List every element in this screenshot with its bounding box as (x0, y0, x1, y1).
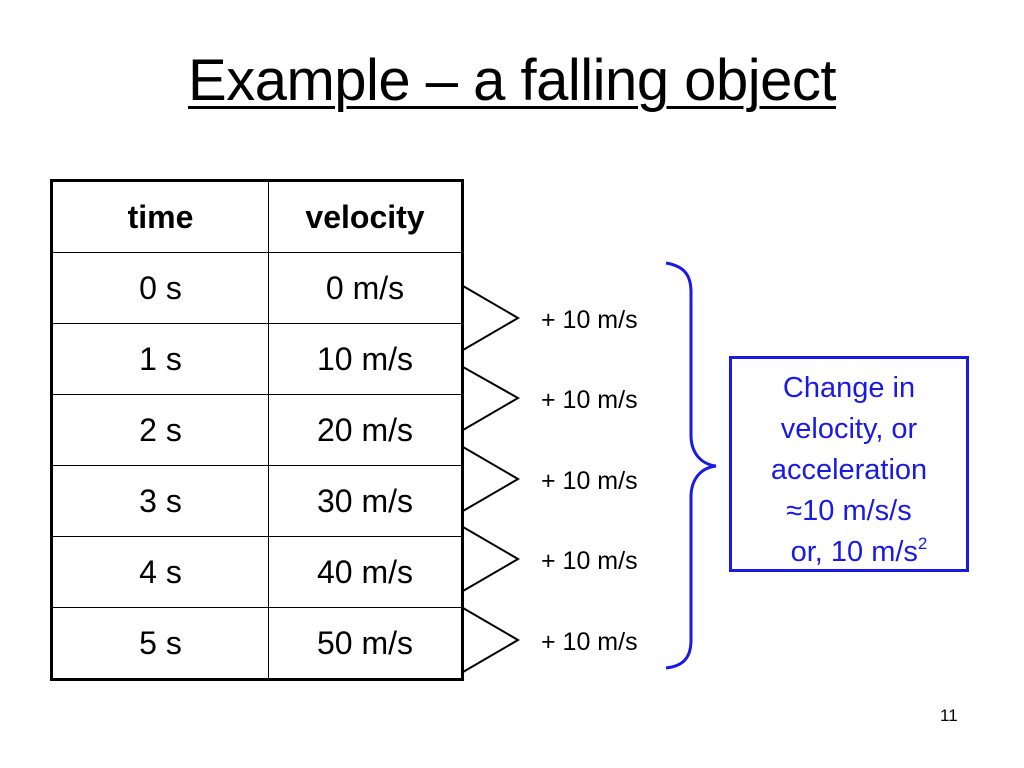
velocity-difference: + 10 m/s (541, 386, 638, 414)
velocity-difference: + 10 m/s (541, 547, 638, 575)
chevron-connector (462, 446, 520, 512)
note-line: velocity, or (780, 413, 918, 445)
chevron-connector (462, 366, 521, 431)
velocity-difference: + 10 m/s (541, 467, 638, 495)
acceleration-note-box: Change in velocity, or acceleration ≈10 … (729, 356, 969, 572)
note-units: or, 10 m/s (790, 536, 918, 568)
curly-brace (665, 261, 717, 670)
chevron-connector (462, 607, 520, 673)
note-line: Change in (782, 372, 916, 404)
velocity-difference: + 10 m/s (541, 306, 638, 334)
page-number: 11 (940, 706, 958, 725)
note-line: acceleration (770, 454, 928, 486)
velocity-difference: + 10 m/s (541, 628, 638, 656)
chevron-connector (462, 526, 520, 592)
note-exponent: 2 (917, 534, 928, 553)
note-line: ≈10 m/s/s (786, 495, 912, 527)
note-line: or, 10 m/s2 (732, 532, 966, 573)
chevron-connector (462, 285, 520, 351)
